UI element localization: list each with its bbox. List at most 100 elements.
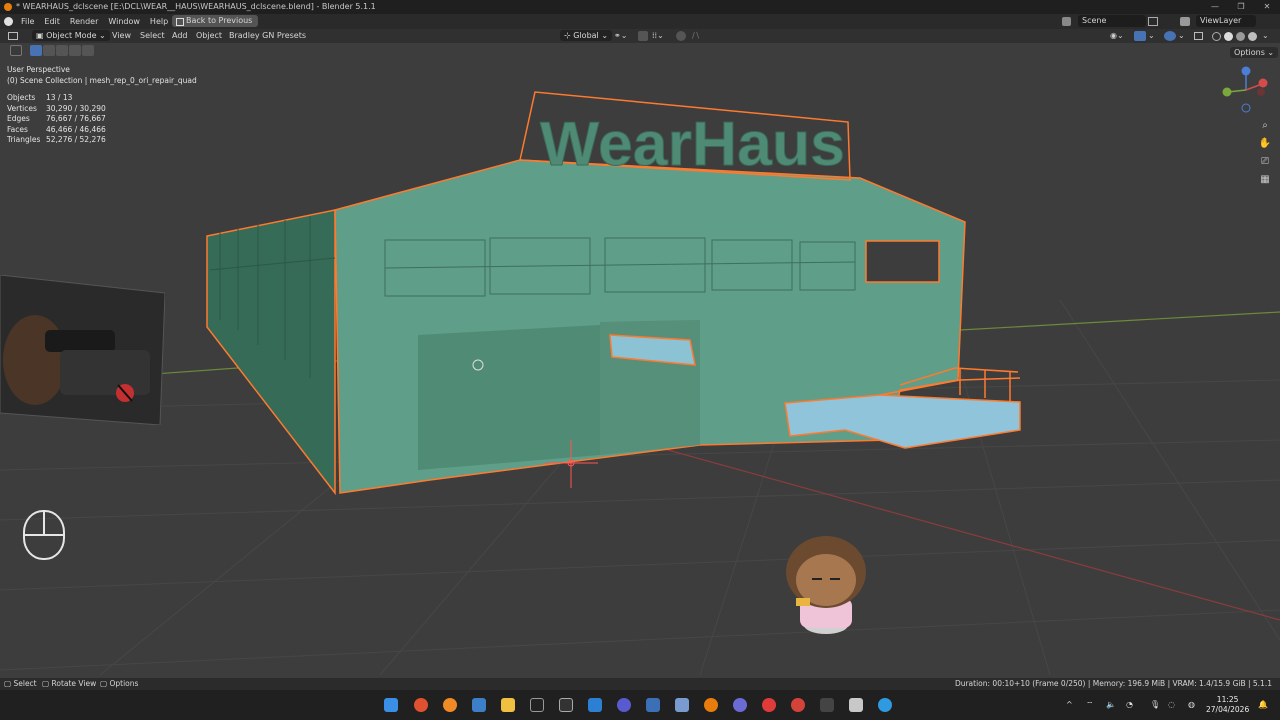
app-icon-2[interactable] [646,698,660,712]
status-select-hint: ▢ Select [4,679,37,688]
tray-icon-2[interactable]: ◌ [1168,690,1175,720]
rendered-shading-icon[interactable] [1248,32,1257,41]
editor-type-icon[interactable] [8,32,18,40]
status-bar: ▢ Select ▢ Rotate View ▢ Options Duratio… [0,678,1280,690]
stat-row: Faces 46,466 / 46,466 [7,125,197,136]
scene-selector[interactable]: Scene [1078,15,1146,27]
blender-logo-icon[interactable] [4,17,13,26]
file-explorer-icon[interactable] [501,698,515,712]
snap-target-icon[interactable]: ⁞⁞⌄ [652,29,664,43]
app-icon-1[interactable] [617,698,631,712]
overlays-toggle-icon[interactable] [1164,31,1176,41]
close-button[interactable]: ✕ [1254,0,1280,14]
gizmo-z-axis[interactable] [1241,66,1251,76]
microphone-icon[interactable]: 🎙 [1150,690,1160,720]
character-avatar[interactable] [786,536,866,634]
pivot-point-icon[interactable]: ⚭⌄ [614,29,627,43]
terminal-icon[interactable] [530,698,544,712]
app-icon-7[interactable] [849,698,863,712]
wireframe-shading-icon[interactable] [1212,32,1221,41]
app-icon-8[interactable] [878,698,892,712]
viewport-stats-overlay: User Perspective (0) Scene Collection | … [7,65,197,146]
upper-window-opening [865,240,940,283]
menu-edit[interactable]: Edit [39,14,65,29]
stat-value: 76,667 / 76,667 [46,114,106,123]
tray-app-icon[interactable]: ◔ [1126,690,1133,720]
new-scene-icon[interactable] [1148,17,1158,26]
stat-row: Triangles 52,276 / 52,276 [7,135,197,146]
perspective-toggle-icon[interactable]: ▦ [1258,173,1272,187]
menu-help[interactable]: Help [145,14,173,29]
blender-taskbar-icon[interactable] [704,698,718,712]
xray-toggle-icon[interactable] [1194,32,1203,40]
gizmo-dropdown-icon[interactable]: ⌄ [1148,29,1155,43]
status-options-hint: ▢ Options [100,679,139,688]
back-to-previous-button[interactable]: Back to Previous [172,15,259,27]
discord-icon[interactable] [733,698,747,712]
zoom-icon[interactable]: ⌕ [1258,119,1272,133]
transform-orientation-label: Global [573,31,599,40]
view-layer-selector[interactable]: ViewLayer [1196,15,1256,27]
menu-render[interactable]: Render [65,14,103,29]
collection-label: (0) Scene Collection | mesh_rep_0_ori_re… [7,75,197,85]
menu-select[interactable]: Select [140,29,165,43]
app-icon-6[interactable] [820,698,834,712]
menu-bradley-gn-presets[interactable]: Bradley GN Presets [229,29,306,43]
minimize-button[interactable]: — [1202,0,1228,14]
overlays-dropdown-icon[interactable]: ⌄ [1178,29,1185,43]
windows-taskbar: ^ ⌔ 🔈 ◔ 🎙 ◌ ◍ 11:25 27/04/2026 🔔 [0,690,1280,720]
brave-browser-icon[interactable] [414,698,428,712]
menu-add[interactable]: Add [172,29,188,43]
gizmo-toggle-icon[interactable] [1134,31,1146,41]
gizmo-neg-x-axis[interactable] [1257,88,1265,96]
stat-value: 30,290 / 30,290 [46,103,106,113]
solid-shading-icon[interactable] [1224,32,1233,41]
clock-date: 27/04/2026 [1206,705,1250,714]
shading-dropdown-icon[interactable]: ⌄ [1262,29,1269,43]
paint-app-icon[interactable] [472,698,486,712]
camera-view-icon[interactable]: ⎚ [1258,155,1272,169]
stat-label: Objects [7,93,36,102]
menu-view[interactable]: View [112,29,131,43]
vscode-icon[interactable] [588,698,602,712]
status-options-label: Options [109,679,139,688]
tray-overflow-chevron[interactable]: ^ [1066,690,1073,720]
proportional-edit-icon[interactable] [676,31,686,41]
app-icon-5[interactable] [791,698,805,712]
transform-orientation-dropdown[interactable]: ⊹ Global ⌄ [560,30,613,41]
console-icon[interactable] [559,698,573,712]
app-icon-4[interactable] [762,698,776,712]
notification-bell-icon[interactable]: 🔔 [1258,690,1268,720]
stat-row: Objects 13 / 13 [7,93,197,104]
warehouse-building[interactable]: WearHaus [206,91,1021,496]
search-app-icon[interactable] [443,698,457,712]
loading-bay-left [418,325,600,470]
navigation-gizmo[interactable] [1220,62,1280,122]
start-windows-icon[interactable] [384,698,398,712]
mode-selector[interactable]: ▣ Object Mode ⌄ [32,30,110,41]
pan-hand-icon[interactable]: ✋ [1258,137,1272,151]
gizmo-x-axis[interactable] [1258,78,1268,88]
menu-file[interactable]: File [16,14,39,29]
webcam-overlay [0,275,165,425]
gizmo-y-axis[interactable] [1222,87,1232,97]
falloff-icon[interactable]: ∕∖ [692,29,700,43]
tray-icon-3[interactable]: ◍ [1188,690,1195,720]
maximize-button[interactable]: ❐ [1228,0,1254,14]
snap-icon[interactable] [638,31,648,41]
gizmo-neg-z-axis[interactable] [1241,103,1251,113]
view-layer-icon [1180,17,1190,26]
menu-window[interactable]: Window [103,14,145,29]
x-axis-line-far [959,311,1280,331]
top-menubar: File Edit Render Window Help Back to Previou… [0,14,1280,29]
stat-value: 13 / 13 [46,93,73,102]
speaker-icon[interactable]: 🔈 [1106,690,1116,720]
menu-object[interactable]: Object [196,29,222,43]
wifi-icon[interactable]: ⌔ [1086,690,1094,720]
app-icon-3[interactable] [675,698,689,712]
taskbar-clock[interactable]: 11:25 27/04/2026 [1206,695,1249,715]
scene-icon [1062,17,1071,26]
visibility-icon[interactable]: ◉⌄ [1110,29,1124,43]
material-shading-icon[interactable] [1236,32,1245,41]
window-title: * WEARHAUS_dclscene [E:\DCL\WEAR__HAUS\W… [16,2,376,11]
